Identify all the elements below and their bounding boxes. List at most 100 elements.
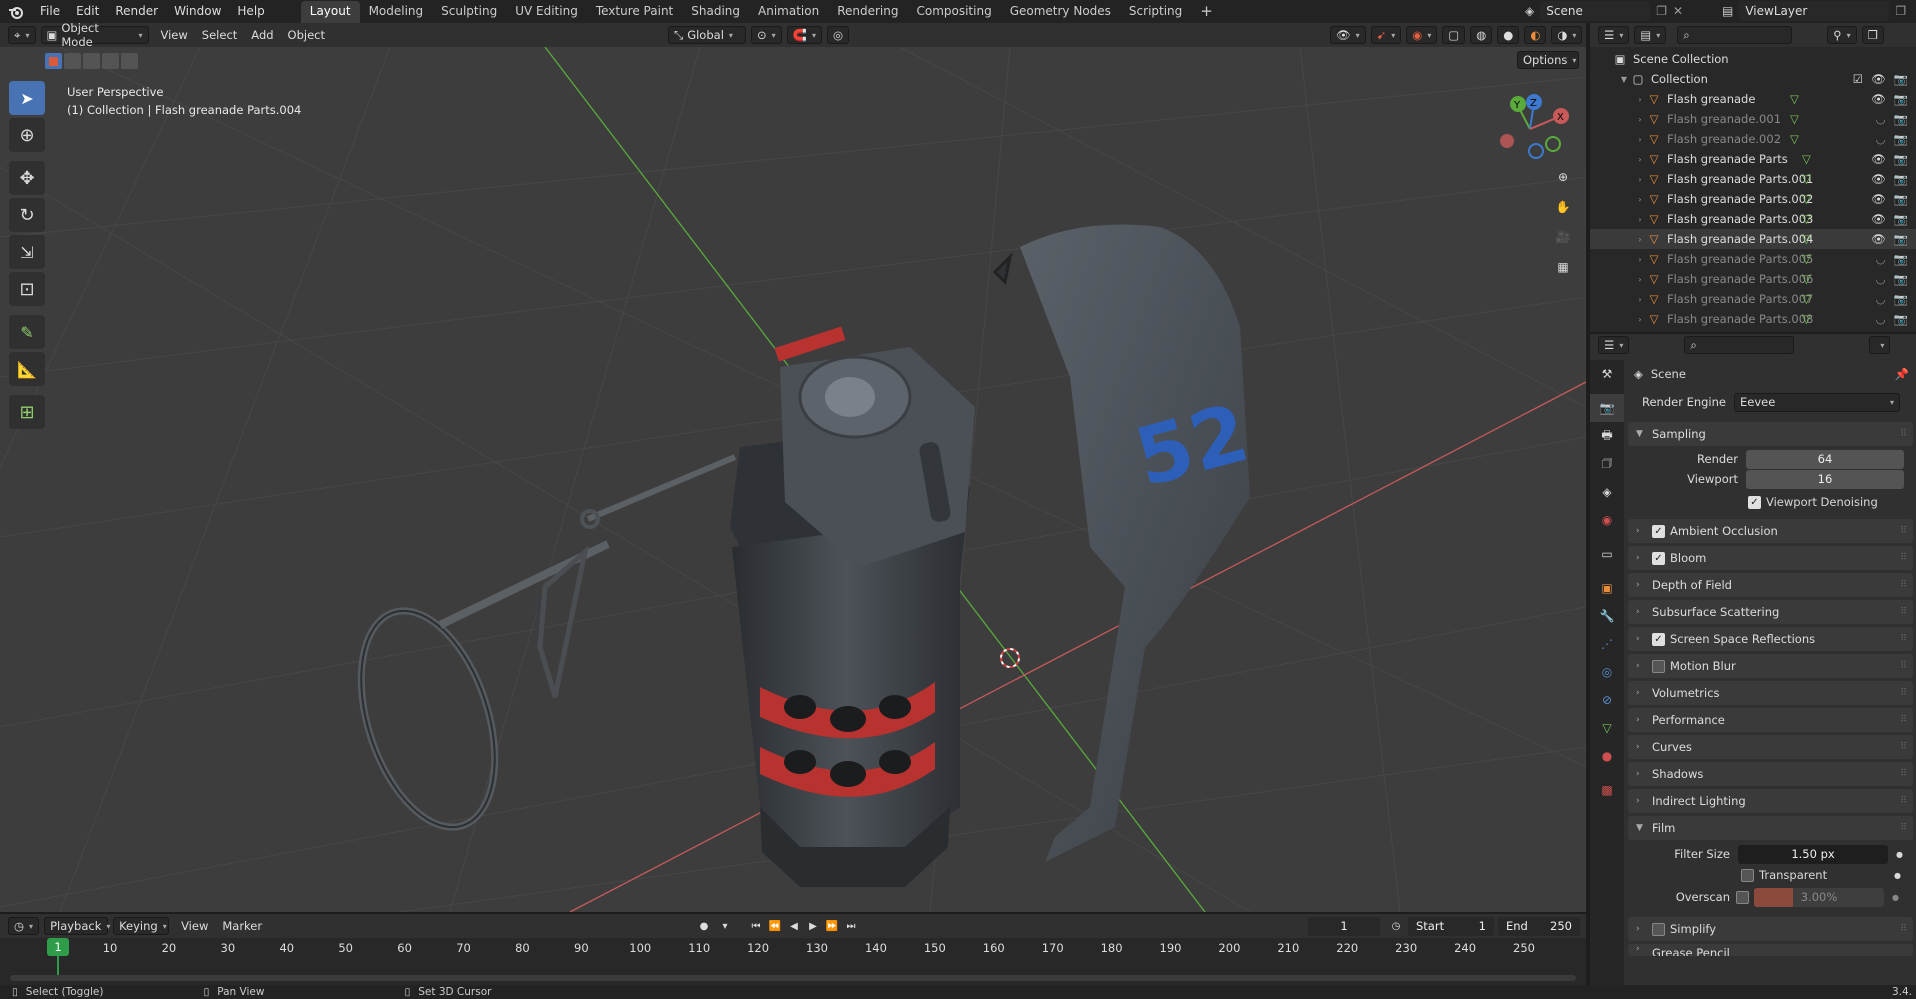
drag-handle-icon[interactable]: ⠿: [1900, 796, 1907, 806]
eye-icon[interactable]: 👁: [1871, 152, 1886, 166]
camera-render-icon[interactable]: 📷: [1894, 132, 1908, 146]
outliner-item[interactable]: › ▽ Flash greanade Parts.005 ▽ ◡ 📷: [1590, 249, 1916, 269]
blender-logo-icon[interactable]: [6, 2, 26, 22]
end-frame-field[interactable]: End 250: [1498, 916, 1580, 936]
collection-checkbox-icon[interactable]: ☑: [1853, 72, 1863, 86]
outliner-scene-collection[interactable]: ▣ Scene Collection: [1590, 49, 1916, 69]
timeline-ruler[interactable]: 1 10 20 30 40 50 60 70 80 90 100 110 120 130 140 150 16…: [0, 938, 1586, 985]
proportional-edit-toggle[interactable]: ◎: [827, 26, 850, 44]
drag-handle-icon[interactable]: ⠿: [1900, 688, 1907, 698]
eye-closed-icon[interactable]: ◡: [1876, 292, 1886, 306]
mode-dropdown[interactable]: ▣ Object Mode ▾: [40, 21, 149, 49]
outliner-item[interactable]: › ▽ Flash greanade Parts.006 ▽ ◡ 📷: [1590, 269, 1916, 289]
eye-icon[interactable]: 👁: [1871, 172, 1886, 186]
outliner-display-mode[interactable]: ▤ ▾: [1634, 26, 1667, 44]
tab-layout[interactable]: Layout: [300, 1, 360, 23]
viewport-denoising-checkbox[interactable]: ✓: [1748, 495, 1761, 509]
menu-view[interactable]: View: [154, 28, 195, 42]
film-drag-icon[interactable]: ⠿: [1900, 823, 1907, 833]
transparent-row[interactable]: Transparent ●: [1628, 865, 1913, 885]
shading-solid[interactable]: ●: [1497, 26, 1520, 44]
scene-icon[interactable]: ◈: [1525, 4, 1534, 18]
scene-tab[interactable]: ◈: [1590, 478, 1624, 506]
select-intersect-button[interactable]: [121, 53, 138, 69]
outliner-collection[interactable]: ▼ ▢ Collection ☑ 👁 📷: [1590, 69, 1916, 89]
eye-icon[interactable]: 👁: [1871, 72, 1886, 86]
ortho-grid-icon[interactable]: ▦: [1549, 253, 1577, 281]
film-panel-header[interactable]: ▼ Film ⠿: [1628, 816, 1913, 840]
drag-handle-icon[interactable]: ⠿: [1900, 526, 1907, 536]
menu-select[interactable]: Select: [195, 28, 244, 42]
navigation-gizmo[interactable]: Y Z X: [1490, 89, 1570, 169]
jump-keyframe-forward-button[interactable]: ⏩: [824, 918, 840, 934]
collection-tab[interactable]: ▭: [1590, 540, 1624, 568]
drag-handle-icon[interactable]: ⠿: [1900, 580, 1907, 590]
camera-render-icon[interactable]: 📷: [1894, 172, 1908, 186]
editor-type-dropdown[interactable]: ⌖ ▾: [8, 26, 36, 44]
outliner-item[interactable]: › ▽ Flash greanade Parts.003 ▽ 👁 📷: [1590, 209, 1916, 229]
camera-render-icon[interactable]: 📷: [1894, 252, 1908, 266]
expand-arrow-icon[interactable]: ›: [1634, 235, 1646, 244]
outliner-item[interactable]: › ▽ Flash greanade Parts.001 ▽ 👁 📷: [1590, 169, 1916, 189]
render-tab[interactable]: 📷: [1590, 394, 1624, 422]
render-panel-header[interactable]: › Performance ⠿: [1628, 708, 1913, 732]
current-frame-field[interactable]: 1: [1308, 916, 1380, 936]
camera-render-icon[interactable]: 📷: [1894, 292, 1908, 306]
camera-render-icon[interactable]: 📷: [1894, 272, 1908, 286]
menu-help[interactable]: Help: [229, 0, 272, 23]
shading-material[interactable]: ◐: [1524, 26, 1547, 44]
viewport-denoising-row[interactable]: ✓ Viewport Denoising: [1628, 489, 1913, 515]
viewport-samples-field[interactable]: 16: [1746, 469, 1904, 489]
menu-edit[interactable]: Edit: [68, 0, 107, 23]
playback-dropdown[interactable]: Playback ▾: [44, 917, 110, 935]
render-panel-header[interactable]: › Curves ⠿: [1628, 735, 1913, 759]
select-new-button[interactable]: [45, 53, 62, 69]
drag-handle-icon[interactable]: ⠿: [1900, 742, 1907, 752]
camera-render-icon[interactable]: 📷: [1894, 152, 1908, 166]
panel-checkbox[interactable]: ✓: [1652, 524, 1665, 538]
sampling-panel-header[interactable]: ▼ Sampling ⠿: [1628, 422, 1913, 446]
select-subtract-button[interactable]: [83, 53, 100, 69]
timeline-menu-view[interactable]: View: [174, 919, 215, 933]
select-extend-button[interactable]: [64, 53, 81, 69]
properties-options[interactable]: ▾: [1869, 336, 1891, 354]
tab-compositing[interactable]: Compositing: [907, 1, 1000, 23]
transparent-keyframe-icon[interactable]: ●: [1894, 871, 1901, 880]
drag-handle-icon[interactable]: ⠿: [1900, 634, 1907, 644]
eye-closed-icon[interactable]: ◡: [1876, 112, 1886, 126]
drag-handle-icon[interactable]: ⠿: [1900, 429, 1907, 439]
camera-render-icon[interactable]: 📷: [1894, 192, 1908, 206]
expand-arrow-icon[interactable]: ›: [1634, 255, 1646, 264]
render-panel-header[interactable]: › Indirect Lighting ⠿: [1628, 789, 1913, 813]
jump-start-button[interactable]: ⏮: [748, 918, 764, 934]
outliner-item[interactable]: › ▽ Flash greanade.001 ▽ ◡ 📷: [1590, 109, 1916, 129]
pin-icon[interactable]: 📌: [1895, 367, 1909, 381]
camera-render-icon[interactable]: 📷: [1894, 72, 1908, 86]
outliner-item[interactable]: › ▽ Flash greanade Parts.002 ▽ 👁 📷: [1590, 189, 1916, 209]
eye-icon[interactable]: 👁: [1871, 92, 1886, 106]
physics-tab[interactable]: ◎: [1590, 658, 1624, 686]
camera-render-icon[interactable]: 📷: [1894, 92, 1908, 106]
drag-handle-icon[interactable]: ⠿: [1900, 769, 1907, 779]
constraints-tab[interactable]: ⊘: [1590, 686, 1624, 714]
scale-tool[interactable]: ⇲: [9, 235, 45, 269]
simplify-panel-header[interactable]: › Simplify ⠿: [1628, 917, 1913, 941]
orientation-dropdown[interactable]: ⤡ Global ▾: [668, 26, 746, 44]
eye-closed-icon[interactable]: ◡: [1876, 252, 1886, 266]
expand-arrow-icon[interactable]: ▼: [1618, 75, 1630, 84]
add-workspace-button[interactable]: +: [1191, 1, 1222, 23]
render-panel-header[interactable]: › ✓ Ambient Occlusion ⠿: [1628, 519, 1913, 543]
tab-sculpting[interactable]: Sculpting: [432, 1, 506, 23]
tab-animation[interactable]: Animation: [749, 1, 828, 23]
menu-object[interactable]: Object: [281, 28, 332, 42]
options-dropdown[interactable]: Options ▾: [1517, 51, 1579, 69]
render-panel-header[interactable]: › Motion Blur ⠿: [1628, 654, 1913, 678]
tab-modeling[interactable]: Modeling: [360, 1, 433, 23]
delete-scene-icon[interactable]: ✕: [1673, 4, 1683, 18]
expand-arrow-icon[interactable]: ›: [1634, 115, 1646, 124]
render-panel-header[interactable]: › ✓ Bloom ⠿: [1628, 546, 1913, 570]
select-box-tool[interactable]: ➤: [9, 81, 45, 115]
object-tab[interactable]: ▣: [1590, 574, 1624, 602]
select-invert-button[interactable]: [102, 53, 119, 69]
panel-checkbox[interactable]: [1652, 659, 1665, 673]
